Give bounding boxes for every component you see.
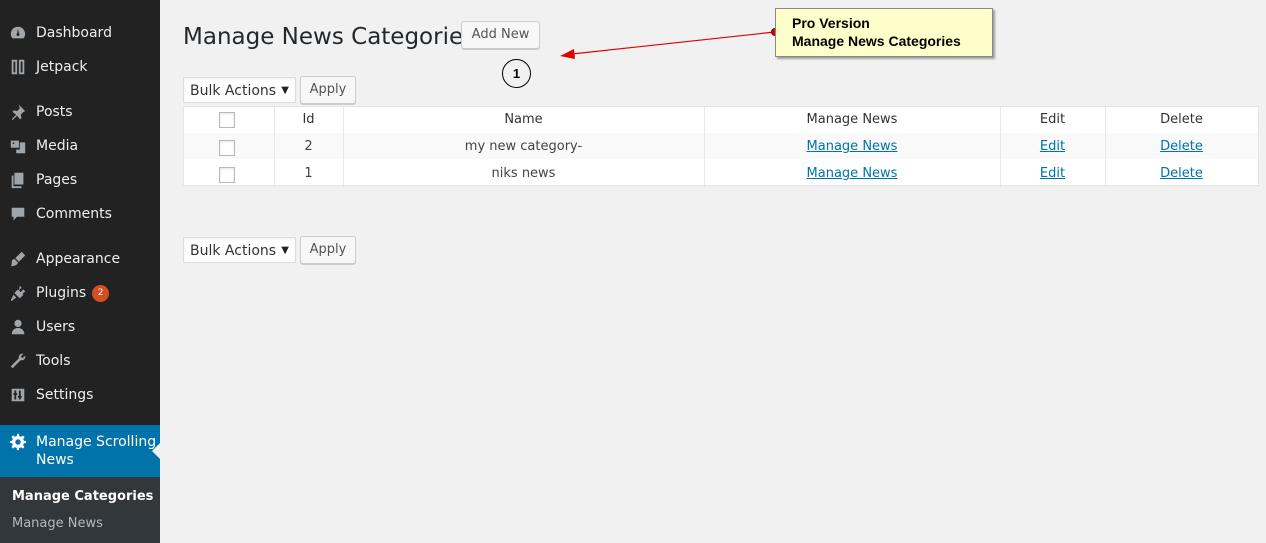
annotation-line-2: Manage News Categories: [792, 33, 961, 49]
annotation-arrow: [560, 28, 779, 59]
annotation-line-1: Pro Version: [792, 15, 870, 31]
annotation-note: Pro Version Manage News Categories: [775, 8, 993, 57]
step-marker: 1: [502, 59, 531, 88]
